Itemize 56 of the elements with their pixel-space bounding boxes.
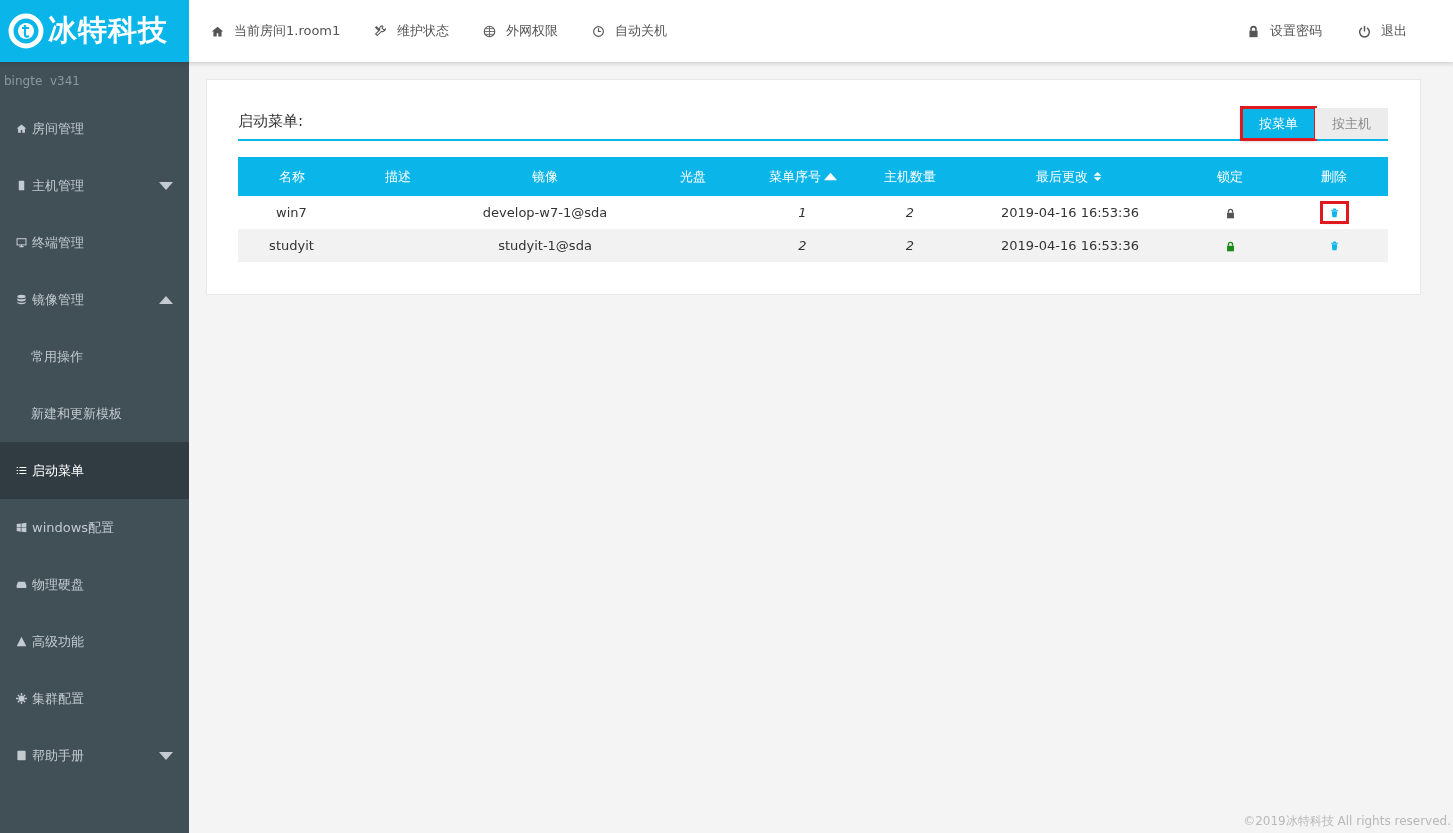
- home-icon: [16, 123, 27, 134]
- trash-icon: [1328, 240, 1340, 251]
- table-cell: develop-w7-1@sda: [482, 205, 608, 220]
- tools-icon: [374, 24, 388, 38]
- sidebar-subitem[interactable]: 常用操作: [0, 328, 189, 385]
- windows-icon: [16, 522, 27, 533]
- list-icon: [16, 465, 27, 476]
- nav-link[interactable]: 当前房间1.room1: [211, 22, 341, 40]
- lock-icon: [1247, 24, 1260, 38]
- warning-icon: [16, 636, 27, 647]
- table-cell: 2: [905, 205, 915, 220]
- table-cell: win7: [276, 205, 307, 220]
- sidebar-item[interactable]: 物理硬盘: [0, 556, 189, 613]
- sort-icon[interactable]: [1091, 171, 1104, 181]
- table-cell: 2019-04-16 16:53:36: [1000, 205, 1140, 220]
- trash-icon: [1328, 207, 1340, 218]
- globe-icon: [483, 24, 497, 38]
- clock-icon: [592, 24, 606, 38]
- sidebar-item[interactable]: 高级功能: [0, 613, 189, 670]
- sidebar-subitem[interactable]: 新建和更新模板: [0, 385, 189, 442]
- nav-link[interactable]: 外网权限: [483, 22, 559, 40]
- delete-button[interactable]: [1322, 204, 1346, 221]
- table-cell: 2: [798, 238, 807, 253]
- gear-icon: [16, 693, 27, 704]
- sidebar-item[interactable]: 主机管理: [0, 157, 189, 214]
- database-icon: [16, 294, 27, 305]
- nav-link[interactable]: 自动关机: [592, 22, 668, 40]
- table-cell: 2: [905, 238, 915, 253]
- sidebar-item[interactable]: 房间管理: [0, 100, 189, 157]
- table-cell: 2019-04-16 16:53:36: [1000, 238, 1140, 253]
- sort-icon[interactable]: [823, 171, 837, 181]
- caret-icon: [159, 181, 173, 190]
- caret-icon: [159, 295, 173, 304]
- nav-link[interactable]: 退出: [1358, 22, 1407, 40]
- version-label: bingte v341: [3, 73, 81, 90]
- sidebar-item[interactable]: 启动菜单: [0, 442, 189, 499]
- sidebar-item[interactable]: 终端管理: [0, 214, 189, 271]
- power-icon: [1358, 24, 1371, 38]
- nav-link[interactable]: 维护状态: [374, 22, 450, 40]
- tab[interactable]: 按主机: [1315, 108, 1388, 139]
- sidebar-item[interactable]: 帮助手册: [0, 727, 189, 784]
- sidebar-item[interactable]: 集群配置: [0, 670, 189, 727]
- logo-text: 冰特科技: [48, 12, 168, 49]
- nav-link[interactable]: 设置密码: [1247, 22, 1322, 40]
- panel-title: 启动菜单:: [238, 112, 304, 132]
- table-cell: studyit: [269, 238, 314, 253]
- table-cell: 1: [798, 205, 807, 220]
- caret-icon: [159, 751, 173, 760]
- monitor-icon: [16, 237, 27, 248]
- sidebar-item[interactable]: windows配置: [0, 499, 189, 556]
- sidebar-item[interactable]: 镜像管理: [0, 271, 189, 328]
- logo-icon: [8, 13, 44, 49]
- drive-icon: [16, 579, 27, 590]
- server-icon: [16, 180, 27, 191]
- table-cell: studyit-1@sda: [498, 238, 592, 253]
- home-icon: [211, 24, 224, 38]
